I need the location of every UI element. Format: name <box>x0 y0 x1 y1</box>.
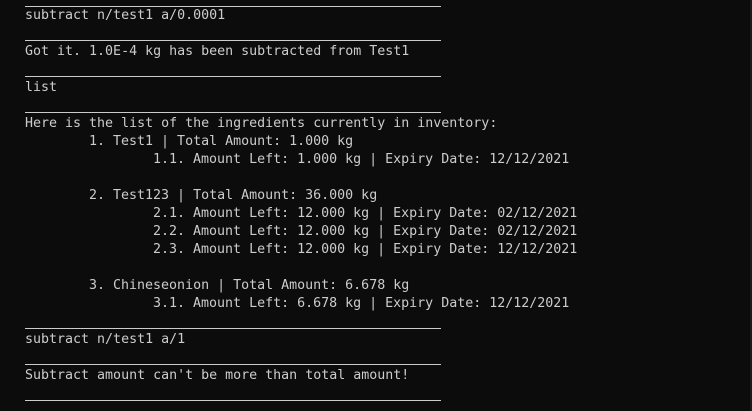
separator-line <box>25 112 441 113</box>
separator-line <box>25 76 441 77</box>
ingredient-batch-line: 2.2. Amount Left: 12.000 kg | Expiry Dat… <box>153 224 578 239</box>
separator-line <box>25 40 441 41</box>
ingredient-batch-line: 3.1. Amount Left: 6.678 kg | Expiry Date… <box>153 296 570 311</box>
ingredient-item-title: 3. Chineseonion | Total Amount: 6.678 kg <box>89 278 410 293</box>
ingredient-batch-line: 2.3. Amount Left: 12.000 kg | Expiry Dat… <box>153 242 578 257</box>
ingredient-batch-line: 2.1. Amount Left: 12.000 kg | Expiry Dat… <box>153 206 578 221</box>
separator-line <box>25 364 441 365</box>
list-header: Here is the list of the ingredients curr… <box>25 116 498 131</box>
ingredient-batch-line: 1.1. Amount Left: 1.000 kg | Expiry Date… <box>153 152 570 167</box>
command-subtract-2: subtract n/test1 a/1 <box>25 332 186 347</box>
separator-line <box>25 400 441 401</box>
separator-line <box>25 328 441 329</box>
response-subtract-success: Got it. 1.0E-4 kg has been subtracted fr… <box>25 44 410 59</box>
response-subtract-error: Subtract amount can't be more than total… <box>25 368 410 383</box>
ingredient-item-title: 2. Test123 | Total Amount: 36.000 kg <box>89 188 378 203</box>
command-list: list <box>25 80 58 95</box>
command-subtract-1: subtract n/test1 a/0.0001 <box>25 8 226 23</box>
ingredient-item-title: 1. Test1 | Total Amount: 1.000 kg <box>89 134 354 149</box>
terminal-window[interactable]: subtract n/test1 a/0.0001 Got it. 1.0E-4… <box>0 0 752 411</box>
